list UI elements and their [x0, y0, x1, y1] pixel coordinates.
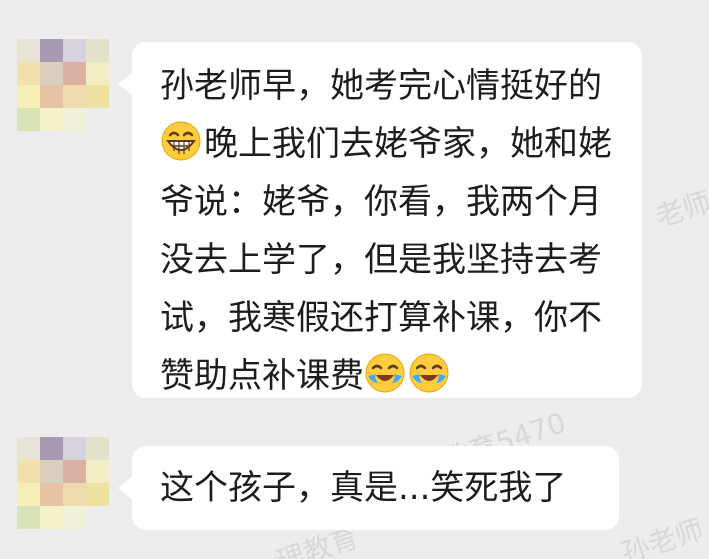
crying-laughing-icon	[409, 353, 449, 393]
chat-window: 孙珺(舒宁) 教育5470 老师 理教育 孙老师 孙老师早，她考完心情挺好的	[0, 0, 709, 559]
message-line-text: 赞助点补课费	[160, 356, 364, 396]
avatar[interactable]	[17, 39, 109, 131]
message-line: 赞助点补课费	[160, 347, 620, 405]
message-line: 孙老师早，她考完心情挺好的	[160, 66, 602, 106]
message-line-text: 晚上我们去姥爷家，她和姥	[204, 124, 612, 164]
message-bubble[interactable]: 孙老师早，她考完心情挺好的 晚上我们去姥爷家，她和姥 爷说：姥爷，你看，我两个月…	[118, 42, 642, 398]
avatar[interactable]	[17, 437, 109, 529]
watermark-bottom-right: 孙老师	[617, 512, 708, 559]
message-line: 这个孩子，真是...笑死我了	[160, 468, 567, 508]
message-line: 试，我寒假还打算补课，你不	[160, 298, 602, 338]
message-line: 晚上我们去姥爷家，她和姥	[160, 115, 620, 173]
watermark-right-top: 老师	[651, 185, 709, 234]
crying-laughing-icon	[365, 353, 405, 393]
message-bubble[interactable]: 这个孩子，真是...笑死我了	[118, 446, 619, 530]
message-line: 爷说：姥爷，你看，我两个月	[160, 182, 602, 222]
message-line: 没去上学了，但是我坚持去考	[160, 240, 602, 280]
grinning-face-icon	[161, 121, 201, 161]
